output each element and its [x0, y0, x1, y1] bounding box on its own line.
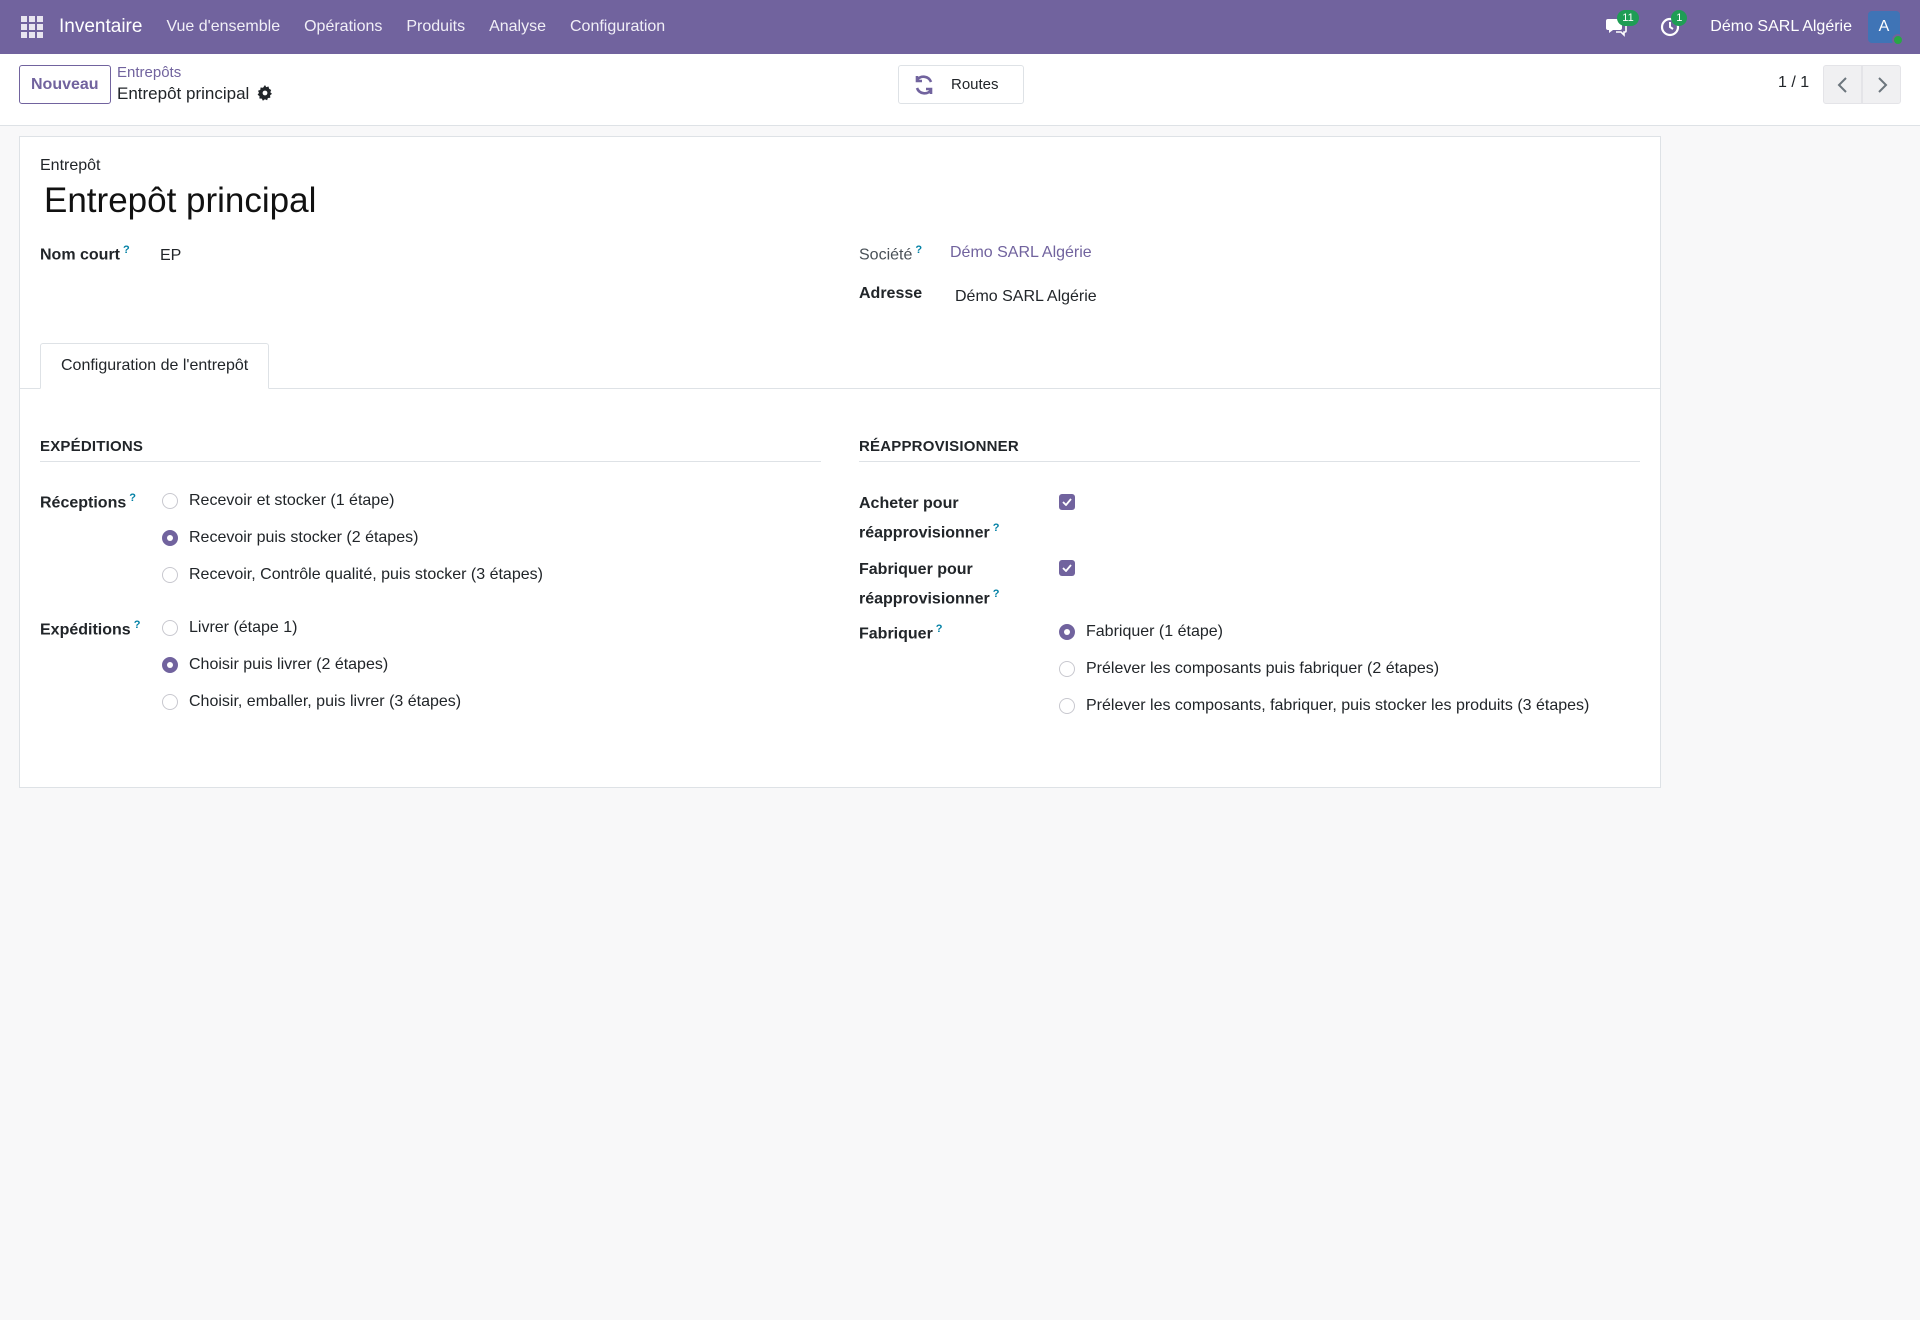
pager-value[interactable]: 1 / 1 — [1778, 74, 1809, 92]
tab-warehouse-configuration[interactable]: Configuration de l'entrepôt — [40, 343, 270, 389]
section-divider — [859, 461, 1640, 462]
radio-button-selected[interactable] — [162, 530, 178, 546]
radio-label: Livrer (étape 1) — [189, 619, 298, 636]
activities-button[interactable]: 1 — [1656, 10, 1688, 41]
activities-count-badge: 1 — [1671, 10, 1688, 26]
short-name-field[interactable]: EP — [160, 247, 181, 265]
manufacture-help-icon[interactable]: ? — [936, 623, 943, 635]
chevron-right-icon — [1877, 76, 1887, 93]
new-button[interactable]: Nouveau — [19, 65, 111, 104]
record-type-label: Entrepôt — [40, 157, 101, 174]
manufacture-option-2-steps[interactable]: Prélever les composants puis fabriquer (… — [1059, 660, 1439, 678]
resupply-section-title: RÉAPPROVISIONNER — [859, 438, 1019, 455]
reception-option-2-steps[interactable]: Recevoir puis stocker (2 étapes) — [162, 529, 418, 547]
company-field[interactable]: Démo SARL Algérie — [950, 244, 1092, 262]
shipments-section-title: EXPÉDITIONS — [40, 438, 144, 455]
short-name-help-icon[interactable]: ? — [123, 244, 130, 256]
short-name-label: Nom court? — [40, 244, 130, 264]
radio-label: Recevoir, Contrôle qualité, puis stocker… — [189, 566, 543, 583]
radio-button-selected[interactable] — [1059, 624, 1075, 640]
chevron-left-icon — [1837, 76, 1847, 93]
messages-button[interactable]: 11 — [1602, 10, 1639, 41]
online-status-dot — [1892, 34, 1904, 46]
delivery-option-2-steps[interactable]: Choisir puis livrer (2 étapes) — [162, 656, 388, 674]
deliveries-help-icon[interactable]: ? — [134, 619, 141, 631]
manufacture-option-1-step[interactable]: Fabriquer (1 étape) — [1059, 623, 1223, 641]
user-avatar[interactable]: A — [1868, 11, 1904, 46]
refresh-icon — [915, 74, 933, 95]
radio-button[interactable] — [162, 567, 178, 583]
checkmark-icon — [1062, 498, 1072, 506]
radio-button[interactable] — [1059, 698, 1075, 714]
reception-option-1-step[interactable]: Recevoir et stocker (1 étape) — [162, 492, 394, 510]
address-field[interactable]: Démo SARL Algérie — [955, 288, 1097, 306]
breadcrumb-current: Entrepôt principal — [117, 84, 250, 103]
receptions-label: Réceptions? — [40, 492, 136, 512]
delivery-option-1-step[interactable]: Livrer (étape 1) — [162, 619, 298, 637]
tab-label: Configuration de l'entrepôt — [61, 357, 249, 374]
menu-item-configuration[interactable]: Configuration — [558, 18, 677, 36]
radio-label: Fabriquer (1 étape) — [1086, 623, 1223, 640]
address-label: Adresse — [859, 285, 923, 302]
avatar-initial: A — [1878, 18, 1890, 35]
company-label: Société? — [859, 244, 923, 264]
reception-option-3-steps[interactable]: Recevoir, Contrôle qualité, puis stocker… — [162, 566, 543, 584]
radio-label: Choisir, emballer, puis livrer (3 étapes… — [189, 693, 462, 710]
breadcrumb-warehouses-link[interactable]: Entrepôts — [117, 64, 181, 81]
pager-next-button[interactable] — [1862, 65, 1901, 104]
radio-button[interactable] — [1059, 661, 1075, 677]
manufacture-label: Fabriquer? — [859, 623, 943, 643]
checkmark-icon — [1062, 564, 1072, 572]
messages-count-badge: 11 — [1617, 10, 1639, 26]
radio-label: Recevoir et stocker (1 étape) — [189, 492, 395, 509]
menu-item-overview[interactable]: Vue d'ensemble — [154, 18, 292, 36]
record-name-input[interactable]: Entrepôt principal — [44, 181, 316, 221]
radio-label: Recevoir puis stocker (2 étapes) — [189, 529, 419, 546]
radio-button[interactable] — [162, 620, 178, 636]
top-navbar: Inventaire Vue d'ensemble Opérations Pro… — [0, 0, 1920, 54]
manufacture-resupply-help-icon[interactable]: ? — [993, 588, 1000, 600]
radio-button[interactable] — [162, 694, 178, 710]
manufacture-resupply-label: Fabriquer pour réapprovisionner? — [859, 561, 1000, 608]
manufacture-resupply-checkbox[interactable] — [1059, 560, 1075, 576]
manufacture-option-3-steps[interactable]: Prélever les composants, fabriquer, puis… — [1059, 697, 1589, 715]
deliveries-label: Expéditions? — [40, 619, 141, 639]
buy-resupply-label: Acheter pour réapprovisionner? — [859, 495, 1000, 542]
routes-button[interactable]: Routes — [898, 65, 1024, 104]
delivery-option-3-steps[interactable]: Choisir, emballer, puis livrer (3 étapes… — [162, 693, 461, 711]
radio-label: Prélever les composants puis fabriquer (… — [1086, 660, 1440, 677]
app-menu-grid-icon[interactable] — [21, 16, 43, 38]
radio-button[interactable] — [162, 493, 178, 509]
menu-item-operations[interactable]: Opérations — [292, 18, 394, 36]
radio-label: Prélever les composants, fabriquer, puis… — [1086, 697, 1590, 714]
receptions-help-icon[interactable]: ? — [129, 492, 136, 504]
menu-item-reporting[interactable]: Analyse — [477, 18, 558, 36]
routes-label: Routes — [951, 76, 999, 93]
radio-label: Choisir puis livrer (2 étapes) — [189, 656, 389, 673]
control-panel: Nouveau Entrepôts Entrepôt principal Rou… — [0, 54, 1920, 126]
buy-help-icon[interactable]: ? — [993, 522, 1000, 534]
menu-item-products[interactable]: Produits — [394, 18, 477, 36]
buy-resupply-checkbox[interactable] — [1059, 494, 1075, 510]
radio-button-selected[interactable] — [162, 657, 178, 673]
pager-previous-button[interactable] — [1823, 65, 1862, 104]
company-switcher[interactable]: Démo SARL Algérie — [1710, 18, 1852, 36]
form-sheet: Entrepôt Entrepôt principal Nom court? E… — [19, 136, 1661, 788]
section-divider — [40, 461, 821, 462]
app-name[interactable]: Inventaire — [59, 16, 142, 38]
gear-icon[interactable] — [257, 85, 273, 101]
company-help-icon[interactable]: ? — [915, 244, 922, 256]
